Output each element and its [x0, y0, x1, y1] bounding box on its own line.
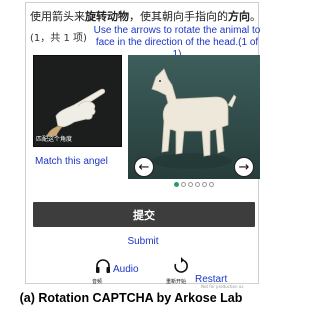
rotate-right-button[interactable]: → [234, 157, 254, 177]
instruction-cn-end: 。 [250, 10, 261, 23]
challenge-count-cn: (1，共 1 项) [30, 33, 87, 44]
instruction-cn-bold-direction: 方向 [228, 10, 250, 23]
headphones-icon[interactable] [95, 258, 111, 274]
audio-label-cn: 音频 [92, 279, 103, 285]
pagination-dot [195, 182, 200, 187]
instruction-cn-mid: ，使其朝向手指向的 [129, 10, 228, 23]
reference-image-panel: 匹配这个角度 [33, 55, 122, 147]
rotate-left-button[interactable]: ← [134, 157, 154, 177]
pagination-dot [202, 182, 207, 187]
restart-icon[interactable] [173, 257, 189, 274]
pagination-dot [174, 182, 179, 187]
instruction-text-cn: 使用箭头来旋转动物，使其朝向手指向的方向。 [30, 10, 261, 24]
submit-button[interactable]: 提交 [33, 202, 255, 227]
pagination-dot [188, 182, 193, 187]
reference-caption-cn: 匹配这个角度 [36, 136, 73, 143]
figure-caption: (a) Rotation CAPTCHA by Arkose Lab [19, 291, 243, 305]
submit-translation-en: Submit [127, 236, 159, 247]
pagination-dot [181, 182, 186, 187]
restart-label-cn: 重新开始 [166, 279, 187, 285]
instruction-cn-bold-rotate: 旋转动物 [85, 10, 129, 23]
pagination-dots [174, 182, 214, 187]
instruction-cn-prefix: 使用箭头来 [30, 10, 85, 23]
audio-label-en: Audio [113, 264, 139, 275]
pagination-dot [209, 182, 214, 187]
disclaimer-text: Not for production us [201, 284, 244, 289]
reference-label-en: Match this angel [35, 156, 108, 167]
